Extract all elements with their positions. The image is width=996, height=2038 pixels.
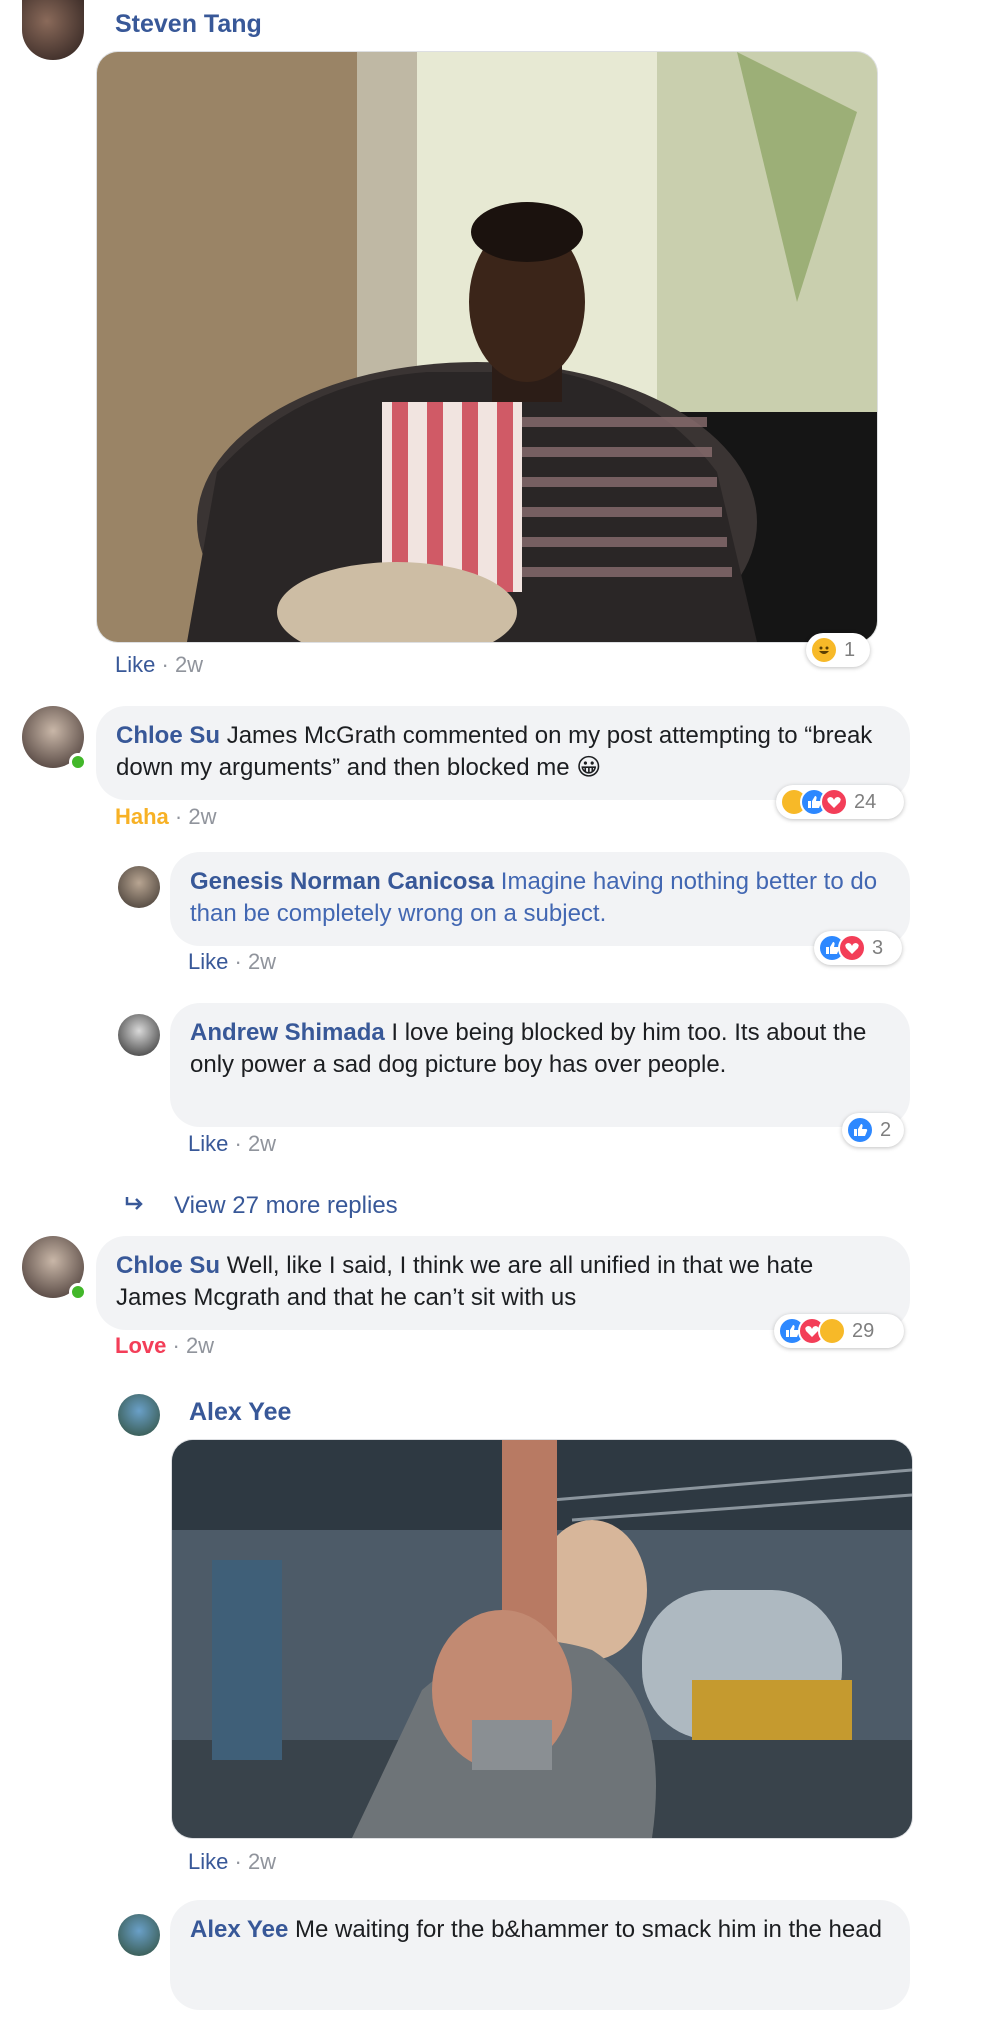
avatar[interactable] [22, 0, 84, 60]
comment-text: Me waiting for the b&hammer to smack him… [294, 1916, 882, 1943]
avatar[interactable] [118, 1394, 160, 1436]
reaction-summary[interactable]: 3 [814, 931, 902, 965]
reply-bubble: Andrew Shimada I love being blocked by h… [170, 1003, 910, 1127]
timestamp[interactable]: 2w [248, 1131, 276, 1156]
reply-bubble: Genesis Norman Canicosa Imagine having n… [170, 852, 910, 946]
timestamp[interactable]: 2w [248, 1849, 276, 1874]
comment-meta: Like · 2w [115, 652, 203, 678]
like-button[interactable]: Like [188, 1849, 228, 1874]
online-status-indicator [69, 1283, 87, 1301]
love-icon [838, 934, 866, 962]
separator: · [234, 1131, 242, 1156]
timestamp[interactable]: 2w [186, 1333, 214, 1358]
like-button[interactable]: Like [188, 1131, 228, 1156]
comment-author[interactable]: Chloe Su [116, 1252, 220, 1279]
avatar[interactable] [118, 866, 160, 908]
separator: · [174, 804, 183, 829]
avatar[interactable] [118, 1014, 160, 1056]
comment-meta: Haha · 2w [115, 804, 217, 830]
reaction-count: 1 [844, 638, 856, 661]
popcorn-gif-illustration [97, 52, 877, 642]
reaction-summary[interactable]: 2 [842, 1113, 904, 1147]
reply-arrow-icon [124, 1192, 148, 1220]
reaction-count: 2 [880, 1118, 892, 1141]
reaction-count: 24 [854, 790, 877, 813]
reaction-count: 29 [852, 1319, 875, 1342]
hammer-gif-illustration [172, 1440, 912, 1838]
love-icon [820, 788, 848, 816]
comment-meta: Like · 2w [188, 1131, 276, 1157]
haha-button[interactable]: Haha [115, 804, 169, 829]
separator: · [234, 949, 242, 974]
haha-icon [818, 1317, 846, 1345]
avatar[interactable] [22, 706, 87, 771]
timestamp[interactable]: 2w [188, 804, 216, 829]
comment-author[interactable]: Alex Yee [190, 1916, 288, 1943]
comment-text: James McGrath commented on my post attem… [116, 722, 873, 781]
reaction-summary[interactable]: 1 [806, 633, 870, 667]
separator: · [172, 1333, 180, 1358]
comment-author[interactable]: Genesis Norman Canicosa [190, 868, 494, 895]
avatar[interactable] [22, 1236, 87, 1301]
online-status-indicator [69, 753, 87, 771]
like-button[interactable]: Like [115, 652, 155, 677]
comment-author[interactable]: Alex Yee [189, 1398, 291, 1427]
avatar[interactable] [118, 1914, 160, 1956]
like-button[interactable]: Like [188, 949, 228, 974]
comment-gif-image[interactable] [96, 51, 878, 643]
comment-text: Well, like I said, I think we are all un… [116, 1252, 814, 1311]
comment-meta: Love · 2w [115, 1333, 214, 1359]
comment-author[interactable]: Chloe Su [116, 722, 220, 749]
comment-meta: Like · 2w [188, 1849, 276, 1875]
separator: · [234, 1849, 242, 1874]
timestamp[interactable]: 2w [248, 949, 276, 974]
reaction-count: 3 [872, 936, 884, 959]
timestamp[interactable]: 2w [175, 652, 203, 677]
comment-author[interactable]: Steven Tang [115, 10, 262, 39]
comment-author[interactable]: Andrew Shimada [190, 1019, 385, 1046]
view-more-replies-link[interactable]: View 27 more replies [124, 1192, 398, 1220]
love-button[interactable]: Love [115, 1333, 166, 1358]
view-more-replies-label[interactable]: View 27 more replies [174, 1192, 398, 1219]
comment-meta: Like · 2w [188, 949, 276, 975]
reaction-summary[interactable]: 29 [774, 1314, 904, 1348]
separator: · [161, 652, 169, 677]
reaction-summary[interactable]: 24 [776, 785, 904, 819]
reply-gif-image[interactable] [171, 1439, 913, 1839]
like-icon [846, 1116, 874, 1144]
haha-icon [810, 636, 838, 664]
reply-bubble: Alex Yee Me waiting for the b&hammer to … [170, 1900, 910, 2010]
